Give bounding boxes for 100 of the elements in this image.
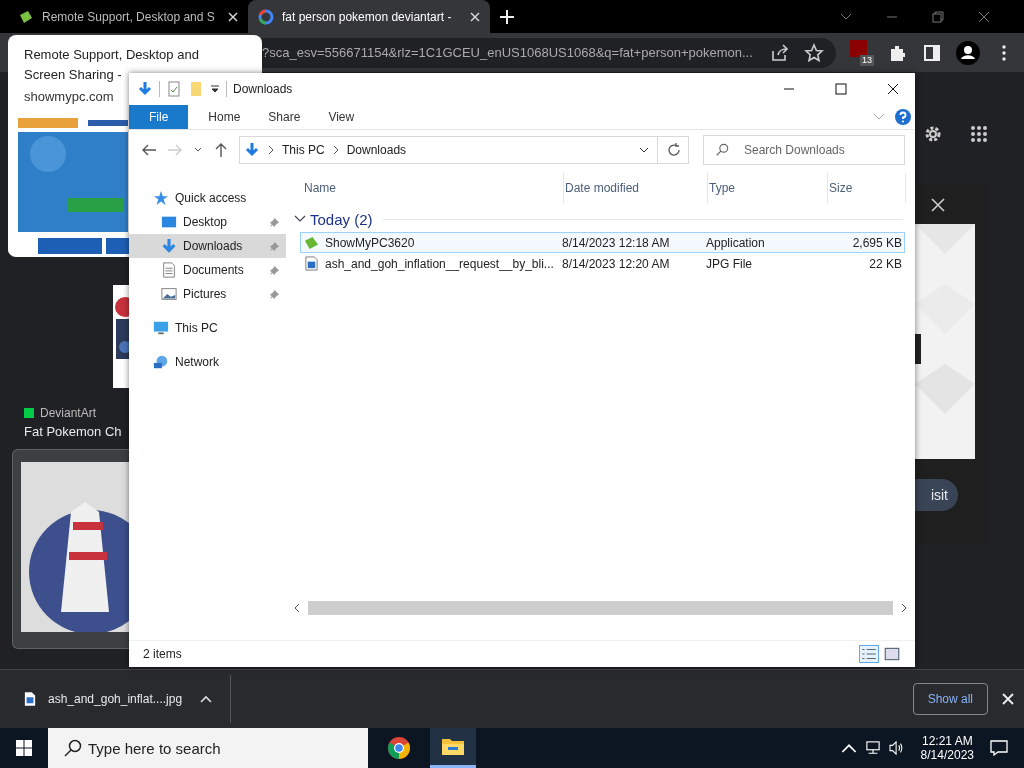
hover-card-domain: showmypc.com [24, 89, 114, 104]
nav-item[interactable]: Downloads [129, 234, 286, 258]
star-icon [153, 190, 169, 206]
file-date: 8/14/2023 12:18 AM [562, 235, 671, 250]
restore-icon[interactable] [932, 10, 944, 23]
column-header[interactable]: Name [303, 173, 564, 203]
extension-icon[interactable]: 13 [850, 39, 874, 66]
download-item[interactable]: ash_and_goh_inflat....jpg [48, 692, 183, 707]
recent-locations-icon[interactable] [193, 146, 203, 154]
nav-label: Downloads [183, 239, 243, 253]
breadcrumb-item[interactable]: This PC [282, 143, 325, 157]
nav-item[interactable]: Quick access [129, 186, 286, 210]
column-header[interactable]: Type [708, 173, 828, 203]
image-file-icon [24, 691, 36, 708]
clock[interactable]: 12:21 AM 8/14/2023 [920, 734, 974, 762]
result-title[interactable]: Fat Pokemon Ch [24, 424, 122, 439]
clock-date: 8/14/2023 [920, 748, 974, 762]
file-type: JPG File [706, 256, 753, 271]
file-size: 22 KB [868, 256, 903, 271]
document-icon [161, 262, 177, 278]
ribbon-tab[interactable]: Home [194, 105, 255, 129]
ribbon-tab[interactable]: File [129, 105, 189, 129]
chevron-right-icon [332, 145, 339, 155]
source-name: DeviantArt [40, 406, 97, 420]
google-icon [258, 8, 274, 25]
network-icon [153, 354, 169, 370]
column-header[interactable]: Size [828, 173, 906, 203]
browser-tab[interactable]: Remote Support, Desktop and S [8, 0, 248, 33]
windows-start-icon[interactable] [16, 740, 32, 756]
ribbon-tab[interactable]: View [314, 105, 369, 129]
nav-label: Desktop [183, 215, 228, 229]
nav-label: Network [175, 355, 219, 369]
deviantart-icon [24, 408, 34, 418]
collapse-icon[interactable] [294, 215, 306, 223]
extension-badge: 13 [860, 54, 874, 66]
result-card[interactable] [12, 449, 129, 649]
column-header[interactable]: Date modified [564, 173, 708, 203]
notifications-icon[interactable] [990, 739, 1008, 757]
image-file-icon [304, 256, 319, 271]
refresh-icon[interactable] [666, 142, 682, 158]
address-field[interactable]: This PC Downloads [239, 136, 689, 164]
ribbon-tab[interactable]: Share [254, 105, 315, 129]
show-all-button[interactable]: Show all [912, 683, 988, 716]
details-view-icon[interactable] [859, 645, 879, 663]
dropdown-icon[interactable] [210, 84, 220, 94]
file-name: ash_and_goh_inflation__request__by_bli... [325, 256, 554, 271]
back-icon[interactable] [141, 142, 157, 158]
application-icon [304, 235, 319, 250]
new-tab-icon[interactable] [500, 9, 514, 24]
chevron-right-icon [268, 145, 274, 155]
side-panel-icon[interactable] [922, 42, 942, 63]
desktop-icon [161, 214, 177, 230]
nav-label: Pictures [183, 287, 227, 301]
search-field[interactable]: Search Downloads [703, 135, 905, 165]
favicon-icon [18, 8, 34, 25]
nav-item[interactable]: Pictures [129, 282, 286, 306]
properties-icon[interactable] [166, 81, 182, 97]
file-type: Application [706, 235, 766, 250]
share-icon[interactable] [770, 42, 790, 63]
volume-icon[interactable] [888, 741, 905, 755]
tab-title: fat person pokemon deviantart - [282, 9, 453, 24]
file-row[interactable]: ash_and_goh_inflation__request__by_bli... 8/14/2023 12:20 AM JPG File 22 KB [300, 253, 905, 274]
visit-button[interactable]: isit [915, 479, 958, 511]
nav-item[interactable]: Desktop [129, 210, 286, 234]
folder-taskbar-icon[interactable] [430, 728, 476, 768]
file-name: ShowMyPC3620 [325, 235, 415, 250]
file-row[interactable]: ShowMyPC3620 8/14/2023 12:18 AM Application 2,695 KB [300, 232, 905, 253]
tab-title: Remote Support, Desktop and S [42, 9, 216, 24]
search-icon [64, 739, 82, 757]
url-text: ?sca_esv=556671154&rlz=1C1GCEU_enUS1068US1068&q=fat+person+pokemon... [262, 45, 754, 60]
hover-card-title: Screen Sharing - [24, 66, 122, 84]
nav-label: Documents [183, 263, 244, 277]
hover-card-title: Remote Support, Desktop and [24, 46, 199, 64]
breadcrumb-item[interactable]: Downloads [346, 143, 407, 157]
help-icon[interactable] [895, 109, 911, 125]
browser-tab[interactable]: fat person pokemon deviantart - [248, 0, 490, 33]
status-text: 2 items [143, 647, 182, 661]
star-icon[interactable] [804, 42, 824, 63]
close-icon[interactable] [887, 83, 899, 95]
settings-icon[interactable] [923, 124, 943, 144]
maximize-icon[interactable] [835, 83, 847, 95]
up-icon[interactable] [213, 142, 229, 158]
profile-icon[interactable] [956, 40, 980, 65]
dropdown-icon[interactable] [639, 146, 649, 154]
group-header[interactable]: Today (2) [310, 210, 373, 228]
window-title: Downloads [233, 82, 293, 96]
nav-item[interactable]: This PC [129, 316, 286, 340]
apps-icon[interactable] [969, 124, 989, 144]
taskbar-search-field[interactable]: Type here to search [48, 728, 368, 768]
nav-label: This PC [175, 321, 218, 335]
caret-icon[interactable] [200, 695, 213, 704]
nav-item[interactable]: Network [129, 350, 286, 374]
download-arrow-icon[interactable] [137, 81, 153, 97]
large-icons-view-icon[interactable] [883, 646, 901, 662]
file-date: 8/14/2023 12:20 AM [562, 256, 671, 271]
address-bar[interactable]: ?sca_esv=556671154&rlz=1C1GCEU_enUS1068US1068&q=fat+person+pokemon... [262, 37, 836, 68]
network-icon[interactable] [864, 741, 881, 755]
nav-label: Quick access [175, 191, 247, 205]
nav-item[interactable]: Documents [129, 258, 286, 282]
download-arrow-icon [244, 142, 260, 158]
